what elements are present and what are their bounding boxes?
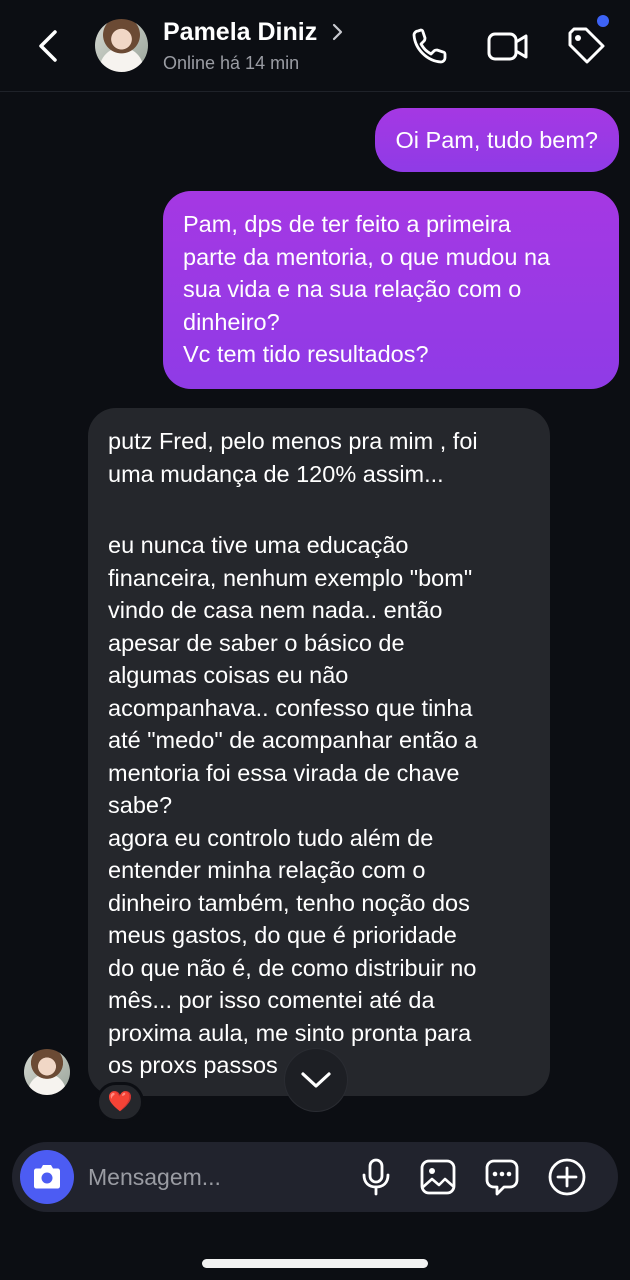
heart-reaction-icon: ❤️	[107, 1091, 133, 1113]
message-line: eu nunca tive uma educação	[108, 532, 409, 558]
phone-icon[interactable]	[409, 25, 451, 67]
message-line: sabe?	[108, 792, 173, 818]
contact-avatar[interactable]	[95, 19, 148, 72]
message-line: parte da mentoria, o que mudou na	[183, 243, 551, 270]
message-line	[108, 490, 530, 529]
message-line: mês... por isso comentei até da	[108, 987, 435, 1013]
message-line: meus gastos, do que é prioridade	[108, 922, 457, 948]
message-line: proxima aula, me sinto pronta para	[108, 1019, 472, 1046]
notification-dot	[597, 15, 609, 27]
message-line: dinheiro também, tenho noção dos	[108, 889, 470, 916]
sender-avatar[interactable]	[24, 1049, 70, 1095]
message-line: algumas coisas eu não	[108, 662, 349, 688]
video-icon[interactable]	[486, 25, 528, 67]
message-line: agora eu controlo tudo além de	[108, 824, 434, 851]
message-line: Pam, dps de ter feito a primeira	[183, 211, 511, 237]
plus-icon[interactable]	[547, 1156, 587, 1198]
home-indicator	[202, 1259, 428, 1268]
camera-icon	[34, 1165, 60, 1189]
scroll-to-bottom-button[interactable]	[285, 1049, 347, 1111]
camera-button[interactable]	[20, 1150, 74, 1204]
message-line: até "medo" de acompanhar então a	[108, 727, 478, 753]
sent-message[interactable]: Pam, dps de ter feito a primeira parte d…	[163, 191, 619, 389]
message-line: vindo de casa nem nada.. então	[108, 597, 443, 623]
message-line: financeira, nenhum exemplo "bom"	[108, 564, 473, 591]
back-icon[interactable]	[28, 24, 72, 68]
chat-header: Pamela Diniz Online há 14 min	[0, 0, 630, 92]
message-input[interactable]	[88, 1160, 338, 1194]
chevron-right-icon[interactable]	[330, 21, 346, 43]
message-composer	[12, 1142, 618, 1212]
message-line: dinheiro?	[183, 308, 280, 335]
sent-message[interactable]: Oi Pam, tudo bem?	[374, 108, 619, 172]
message-line: entender minha relação com o	[108, 857, 426, 883]
received-message[interactable]: putz Fred, pelo menos pra mim , foi uma …	[88, 408, 550, 1096]
message-line: mentoria foi essa virada de chave	[108, 759, 460, 786]
message-line: acompanhava.. confesso que tinha	[108, 694, 473, 721]
contact-status: Online há 14 min	[163, 53, 300, 73]
message-line: apesar de saber o básico de	[108, 629, 405, 656]
microphone-icon[interactable]	[356, 1156, 396, 1198]
message-line: uma mudança de 120% assim...	[108, 460, 444, 487]
message-text: Oi Pam, tudo bem?	[395, 127, 598, 153]
reaction-badge[interactable]: ❤️	[96, 1082, 144, 1122]
sticker-icon[interactable]	[482, 1156, 522, 1198]
chevron-down-icon	[301, 1072, 331, 1088]
message-line: putz Fred, pelo menos pra mim , foi	[108, 428, 478, 454]
contact-name[interactable]: Pamela Diniz	[163, 18, 317, 47]
message-line: Vc tem tido resultados?	[183, 341, 429, 367]
message-line: do que não é, de como distribuir no	[108, 954, 477, 981]
image-icon[interactable]	[418, 1156, 458, 1198]
message-line: sua vida e na sua relação com o	[183, 276, 522, 302]
tag-icon[interactable]	[565, 25, 607, 67]
